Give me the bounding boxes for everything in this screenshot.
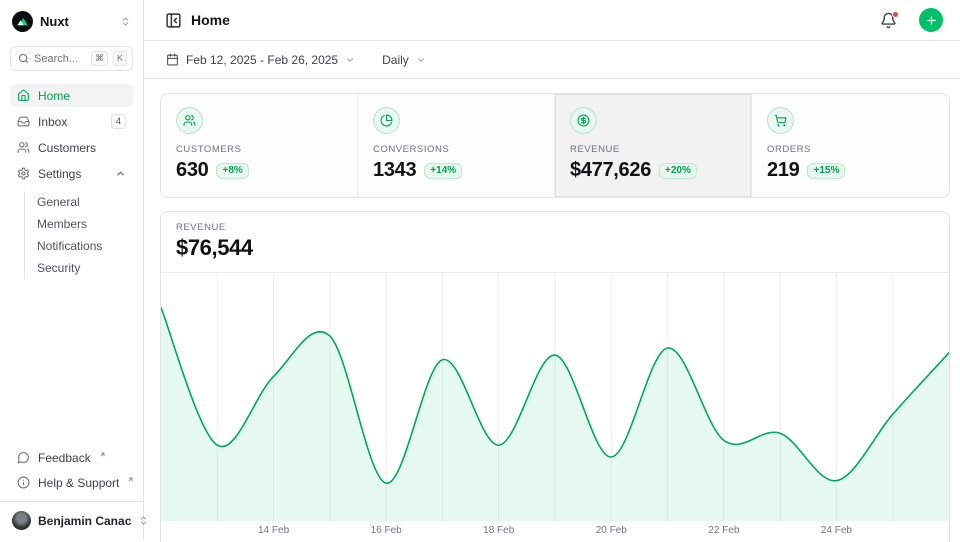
sidebar-item-home[interactable]: Home: [10, 84, 133, 107]
stat-label: CUSTOMERS: [176, 144, 342, 155]
calendar-icon: [166, 53, 179, 66]
stat-delta-badge: +15%: [807, 163, 845, 179]
sidebar-toggle-icon[interactable]: [165, 12, 182, 29]
xaxis-tick-label: 18 Feb: [483, 525, 514, 536]
stat-delta-badge: +14%: [424, 163, 462, 179]
revenue-chart-card: REVENUE $76,544 14 Feb 16 Feb 18 Feb 20 Feb…: [160, 211, 950, 542]
external-link-icon: [127, 476, 134, 483]
stat-value: $477,626: [570, 159, 651, 182]
sidebar-item-label: Customers: [38, 141, 126, 155]
inbox-icon: [17, 115, 30, 128]
sidebar-item-help-support[interactable]: Help & Support: [10, 471, 133, 494]
chart-plot-area[interactable]: [161, 273, 949, 521]
search-input[interactable]: [34, 53, 86, 65]
stat-card-conversions[interactable]: CONVERSIONS 1343 +14%: [358, 94, 555, 197]
inbox-count-badge: 4: [111, 114, 126, 130]
chart-current-value: $76,544: [176, 235, 934, 261]
stat-label: REVENUE: [570, 144, 736, 155]
chevron-down-icon: [345, 55, 355, 65]
search-icon: [18, 53, 29, 64]
stat-card-customers[interactable]: CUSTOMERS 630 +8%: [161, 94, 358, 197]
sidebar-item-inbox[interactable]: Inbox 4: [10, 110, 133, 133]
nuxt-logo-icon: [12, 11, 33, 32]
date-range-value: Feb 12, 2025 - Feb 26, 2025: [186, 53, 338, 67]
stat-label: CONVERSIONS: [373, 144, 539, 155]
avatar: [12, 511, 31, 530]
settings-sub-list: General Members Notifications Security: [24, 191, 133, 279]
sidebar-item-label: Home: [38, 89, 126, 103]
sub-item-label: Security: [37, 261, 80, 275]
xaxis-tick-label: 22 Feb: [708, 525, 739, 536]
chevrons-up-down-icon: [120, 16, 131, 27]
stat-card-revenue[interactable]: REVENUE $477,626 +20%: [555, 94, 752, 197]
xaxis-tick-label: 24 Feb: [821, 525, 852, 536]
chart-header: REVENUE $76,544: [161, 212, 949, 273]
user-menu[interactable]: Benjamin Canac: [0, 501, 143, 540]
period-select[interactable]: Daily: [382, 53, 426, 67]
sidebar-item-label: Feedback: [38, 451, 91, 465]
revenue-chart-svg: [161, 273, 949, 521]
sidebar-footer: Feedback Help & Support: [10, 446, 133, 501]
plus-icon: [925, 14, 938, 27]
stat-value: 1343: [373, 159, 416, 182]
stat-delta-badge: +8%: [216, 163, 248, 179]
chart-title: REVENUE: [176, 222, 934, 233]
top-header: Home: [144, 0, 960, 41]
notification-dot: [892, 11, 899, 18]
sidebar-item-members[interactable]: Members: [29, 213, 133, 235]
sidebar-spacer: [10, 279, 133, 446]
user-name: Benjamin Canac: [38, 514, 131, 528]
xaxis-tick-label: 14 Feb: [258, 525, 289, 536]
gear-icon: [17, 167, 30, 180]
sidebar-item-label: Inbox: [38, 115, 103, 129]
kbd-cmd: ⌘: [91, 51, 108, 66]
info-circle-icon: [17, 476, 30, 489]
sub-item-label: General: [37, 195, 80, 209]
stat-value: 219: [767, 159, 799, 182]
date-range-picker[interactable]: Feb 12, 2025 - Feb 26, 2025: [166, 53, 355, 67]
sidebar-item-label: Help & Support: [38, 476, 119, 490]
external-link-icon: [99, 451, 106, 458]
xaxis-tick-label: 20 Feb: [596, 525, 627, 536]
page-content: CUSTOMERS 630 +8% CONVERSIONS 1343 +14%: [144, 79, 960, 540]
chat-bubble-icon: [17, 451, 30, 464]
users-icon: [176, 107, 203, 134]
sidebar-item-notifications[interactable]: Notifications: [29, 235, 133, 257]
workspace-name: Nuxt: [40, 14, 113, 29]
filters-toolbar: Feb 12, 2025 - Feb 26, 2025 Daily: [144, 41, 960, 79]
sub-item-label: Members: [37, 217, 87, 231]
stat-delta-badge: +20%: [659, 163, 697, 179]
search-input-wrapper[interactable]: ⌘ K: [10, 46, 133, 71]
period-value: Daily: [382, 53, 409, 67]
chart-pie-icon: [373, 107, 400, 134]
sidebar-nav: Home Inbox 4 Customers Settings: [10, 84, 133, 279]
page-title: Home: [191, 12, 871, 28]
sidebar-item-settings[interactable]: Settings: [10, 162, 133, 185]
stat-card-orders[interactable]: ORDERS 219 +15%: [752, 94, 949, 197]
sidebar-item-general[interactable]: General: [29, 191, 133, 213]
dashboard-app: Nuxt ⌘ K Home Inb: [0, 0, 960, 540]
sidebar-item-customers[interactable]: Customers: [10, 136, 133, 159]
sidebar: Nuxt ⌘ K Home Inb: [0, 0, 144, 540]
main-area: Home Feb 12, 2025 - Feb 26, 2025 Daily: [144, 0, 960, 540]
users-icon: [17, 141, 30, 154]
sidebar-item-feedback[interactable]: Feedback: [10, 446, 133, 469]
workspace-switcher[interactable]: Nuxt: [10, 10, 133, 32]
stats-row: CUSTOMERS 630 +8% CONVERSIONS 1343 +14%: [160, 93, 950, 198]
stat-value: 630: [176, 159, 208, 182]
dollar-circle-icon: [570, 107, 597, 134]
notifications-button[interactable]: [880, 12, 897, 29]
kbd-k: K: [113, 51, 127, 66]
xaxis-tick-label: 16 Feb: [371, 525, 402, 536]
add-button[interactable]: [919, 8, 943, 32]
sidebar-item-label: Settings: [38, 167, 107, 181]
stat-label: ORDERS: [767, 144, 934, 155]
chevron-down-icon: [416, 55, 426, 65]
sidebar-item-security[interactable]: Security: [29, 257, 133, 279]
chart-xaxis: 14 Feb 16 Feb 18 Feb 20 Feb 22 Feb 24 Feb: [161, 521, 949, 542]
chevron-up-icon: [115, 168, 126, 179]
sub-item-label: Notifications: [37, 239, 102, 253]
shopping-cart-icon: [767, 107, 794, 134]
home-icon: [17, 89, 30, 102]
